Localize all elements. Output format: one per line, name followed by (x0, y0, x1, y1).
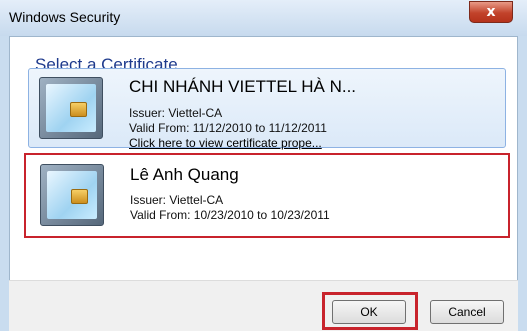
view-certificate-properties-link[interactable]: Click here to view certificate prope... (129, 136, 322, 150)
certificate-validity: Valid From: 11/12/2010 to 11/12/2011 (129, 121, 327, 135)
title-bar: Windows Security x (0, 0, 527, 36)
certificate-issuer: Issuer: Viettel-CA (130, 193, 224, 207)
ok-button[interactable]: OK (332, 300, 406, 324)
certificate-name: Lê Anh Quang (130, 165, 239, 184)
certificate-icon (40, 164, 104, 226)
close-icon: x (486, 4, 496, 20)
window-title: Windows Security (9, 9, 121, 25)
close-button[interactable]: x (469, 1, 513, 23)
certificate-item-2[interactable]: Lê Anh Quang Issuer: Viettel-CA Valid Fr… (24, 153, 510, 238)
certificate-issuer: Issuer: Viettel-CA (129, 106, 223, 120)
windows-security-dialog: Windows Security x Select a Certificate … (0, 0, 527, 331)
cancel-button[interactable]: Cancel (430, 300, 504, 324)
certificate-validity: Valid From: 10/23/2010 to 10/23/2011 (130, 208, 330, 222)
certificate-icon (39, 77, 103, 139)
certificate-name: CHI NHÁNH VIETTEL HÀ N... (129, 77, 357, 96)
certificate-item-1[interactable]: CHI NHÁNH VIETTEL HÀ N... Issuer: Viette… (28, 68, 506, 150)
